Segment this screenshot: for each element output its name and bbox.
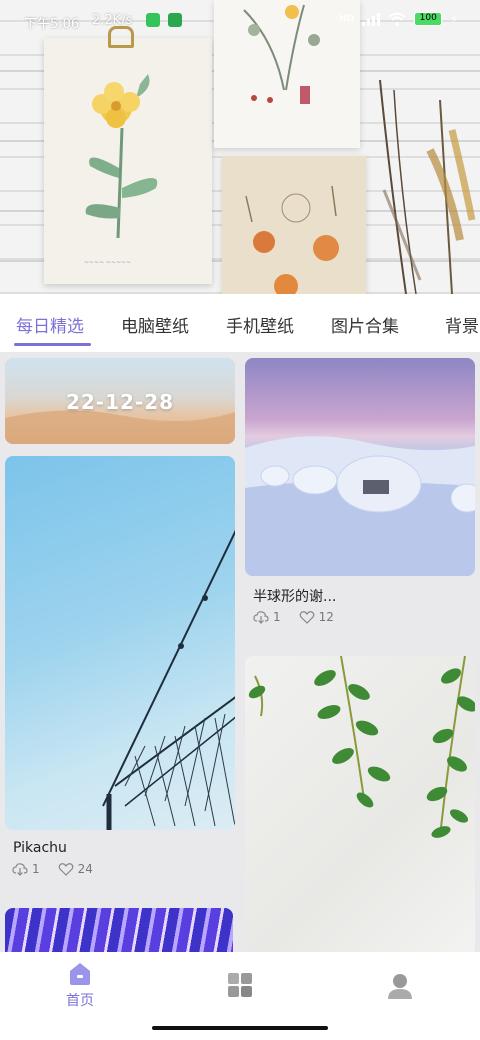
- home-icon: [70, 963, 90, 985]
- wallpaper-card-pikachu[interactable]: [5, 456, 235, 830]
- nav-home-label: 首页: [66, 993, 94, 1009]
- category-tabs: 每日精选 电脑壁纸 手机壁纸 图片合集 背景: [0, 294, 480, 352]
- network-speed: 2.2K/s: [92, 13, 133, 28]
- status-bar: 下午5:06 2.2K/s HD 100 ⚡: [0, 0, 480, 44]
- bottom-navigation: 首页: [0, 952, 480, 1040]
- download-count: 1: [32, 862, 40, 876]
- nav-profile[interactable]: [360, 960, 440, 1000]
- dried-flowers: [379, 79, 476, 294]
- active-tab-indicator: [14, 343, 91, 346]
- grid-icon: [228, 973, 252, 997]
- like-heart-icon[interactable]: [299, 610, 315, 624]
- download-cloud-icon[interactable]: [12, 862, 28, 876]
- botanical-print-bottom: [222, 156, 366, 294]
- download-cloud-icon[interactable]: [253, 610, 269, 624]
- wallpaper-card-plant[interactable]: [245, 656, 475, 952]
- tab-background[interactable]: 背景: [445, 312, 479, 337]
- nav-categories[interactable]: [200, 960, 280, 998]
- nav-home[interactable]: 首页: [40, 960, 120, 1010]
- wallpaper-title: 半球形的谢...: [253, 589, 337, 605]
- wallpaper-card-purple[interactable]: [5, 908, 233, 952]
- like-count: 12: [318, 610, 334, 624]
- download-count: 1: [273, 610, 281, 624]
- battery-icon: 100: [414, 12, 443, 26]
- date-label: 22-12-28: [65, 390, 175, 414]
- daily-date-card[interactable]: 22-12-28: [5, 358, 235, 444]
- notification-tool-icon: [168, 13, 182, 27]
- like-heart-icon[interactable]: [58, 862, 74, 876]
- app-screen: ~~~~ ~~~~~ 下午5:06 2.2K/s HD 100 ⚡ 每日精选 电…: [0, 0, 480, 1040]
- tab-daily-picks[interactable]: 每日精选: [16, 312, 84, 337]
- tab-image-collection[interactable]: 图片合集: [331, 312, 399, 337]
- wifi-icon: [388, 12, 406, 26]
- charging-icon: ⚡: [450, 12, 458, 26]
- tab-pc-wallpaper[interactable]: 电脑壁纸: [121, 312, 189, 337]
- gesture-home-bar: [152, 1026, 328, 1030]
- wallpaper-stats: 1 24: [12, 862, 93, 876]
- tab-phone-wallpaper[interactable]: 手机壁纸: [226, 312, 294, 337]
- signal-icon: [362, 12, 381, 26]
- hd-label: HD: [339, 14, 355, 24]
- wallpaper-card-igloo[interactable]: [245, 358, 475, 576]
- wallpaper-stats: 1 12: [253, 610, 334, 624]
- user-icon: [388, 974, 412, 999]
- svg-text:~~~~ ~~~~~: ~~~~ ~~~~~: [84, 259, 131, 266]
- wallpaper-title: Pikachu: [13, 840, 67, 856]
- botanical-print-left: ~~~~ ~~~~~: [44, 38, 212, 284]
- status-time: 下午5:06: [24, 17, 80, 32]
- notification-app-icon: [146, 13, 160, 27]
- like-count: 24: [77, 862, 93, 876]
- header-banner-image[interactable]: ~~~~ ~~~~~ 下午5:06 2.2K/s HD 100 ⚡: [0, 0, 480, 294]
- wallpaper-feed: 22-12-28 半球形的谢... 1 12 Pikachu 1 24: [0, 352, 480, 952]
